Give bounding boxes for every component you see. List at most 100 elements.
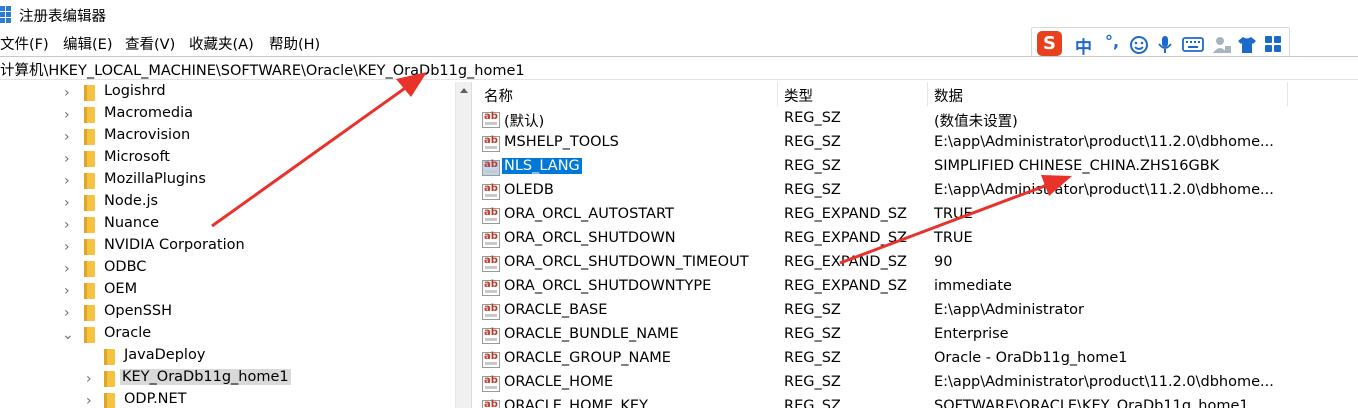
chevron-right-icon[interactable]: › [64,262,74,276]
menu-help[interactable]: 帮助(H) [269,33,320,54]
value-row[interactable]: ab (默认) REG_SZ (数值未设置) [478,108,1358,132]
value-row[interactable]: ab ORA_ORCL_SHUTDOWN REG_EXPAND_SZ TRUE [478,228,1358,252]
address-bar[interactable]: 计算机\HKEY_LOCAL_MACHINE\SOFTWARE\Oracle\K… [0,56,1358,80]
tree-item-label: KEY_OraDb11g_home1 [120,369,291,385]
ime-punct-toggle[interactable]: °, [1105,32,1119,51]
value-row[interactable]: ab MSHELP_TOOLS REG_SZ E:\app\Administra… [478,132,1358,156]
value-row[interactable]: ab ORA_ORCL_SHUTDOWNTYPE REG_EXPAND_SZ i… [478,276,1358,300]
value-row[interactable]: ab ORACLE_BUNDLE_NAME REG_SZ Enterprise [478,324,1358,348]
title-bar: 注册表编辑器 [0,0,1358,30]
value-name: ORACLE_BASE [504,302,608,318]
chevron-right-icon[interactable]: › [64,86,74,100]
chevron-right-icon[interactable]: › [64,218,74,232]
chevron-right-icon[interactable]: › [64,130,74,144]
folder-icon [84,217,95,233]
value-type: REG_EXPAND_SZ [784,206,907,222]
folder-icon [84,129,95,145]
tree-item-label: MozillaPlugins [104,171,206,187]
value-type: REG_SZ [784,374,841,390]
key-tree: › Logishrd › Macromedia › Macrovision › … [0,82,471,408]
pane-splitter[interactable] [471,82,478,408]
value-row[interactable]: ab ORACLE_HOME_KEY REG_SZ SOFTWARE\ORACL… [478,396,1358,408]
value-data: immediate [934,278,1012,294]
string-value-icon: ab [482,280,500,296]
value-data: (数值未设置) [934,114,1018,130]
value-type: REG_EXPAND_SZ [784,230,907,246]
keyboard-icon[interactable] [1182,35,1204,53]
tree-item-label: Nuance [104,215,160,231]
chevron-down-icon[interactable]: ⌄ [62,328,74,342]
ime-toolbar[interactable]: S 中 °, [1031,27,1290,59]
string-value-icon: ab [482,304,500,320]
address-path[interactable]: 计算机\HKEY_LOCAL_MACHINE\SOFTWARE\Oracle\K… [0,59,525,80]
tree-item-label: OEM [104,281,138,297]
value-name: ORACLE_BUNDLE_NAME [504,326,679,342]
ime-mode-toggle[interactable]: 中 [1075,33,1092,58]
chevron-right-icon[interactable]: › [64,240,74,254]
tree-item-label: Logishrd [104,83,166,99]
emoji-icon[interactable] [1129,35,1149,55]
chevron-right-icon[interactable]: › [86,372,96,386]
column-header-label: 类型 [784,89,813,105]
chevron-right-icon[interactable]: › [64,108,74,122]
value-data: E:\app\Administrator [934,302,1084,318]
menu-view[interactable]: 查看(V) [125,33,175,54]
column-header-data[interactable]: 数据 [928,82,1288,106]
string-value-icon: ab [482,376,500,392]
value-row[interactable]: ab ORA_ORCL_SHUTDOWN_TIMEOUT REG_EXPAND_… [478,252,1358,276]
value-type: REG_SZ [784,398,841,408]
column-header-label: 名称 [484,89,513,105]
chevron-right-icon[interactable]: › [64,284,74,298]
tree-scrollbar[interactable] [455,82,471,408]
value-type: REG_SZ [784,110,841,126]
menu-favorites[interactable]: 收藏夹(A) [189,33,254,54]
value-row[interactable]: ab ORACLE_GROUP_NAME REG_SZ Oracle - Ora… [478,348,1358,372]
value-row[interactable]: ab ORACLE_BASE REG_SZ E:\app\Administrat… [478,300,1358,324]
string-value-icon: ab [482,256,500,272]
string-value-icon: ab [482,184,500,200]
column-header-name[interactable]: 名称 [478,82,778,106]
value-row[interactable]: ab OLEDB REG_SZ E:\app\Administrator\pro… [478,180,1358,204]
value-name: ORACLE_HOME_KEY [504,398,648,408]
folder-icon [84,261,95,277]
microphone-icon[interactable] [1157,35,1173,55]
folder-icon [84,173,95,189]
chevron-right-icon[interactable]: › [64,306,74,320]
column-separator[interactable] [1287,82,1288,106]
value-data: E:\app\Administrator\product\11.2.0\dbho… [934,134,1274,150]
folder-icon [84,195,95,211]
chevron-right-icon[interactable]: › [86,394,96,408]
sogou-ime-icon[interactable]: S [1037,31,1062,56]
string-value-icon: ab [482,400,500,408]
apps-grid-icon[interactable] [1264,35,1282,53]
user-icon[interactable] [1212,35,1232,55]
tree-item-label: JavaDeploy [124,347,206,363]
value-row[interactable]: ab ORACLE_HOME REG_SZ E:\app\Administrat… [478,372,1358,396]
folder-icon [84,107,95,123]
skin-icon[interactable] [1237,35,1257,55]
tree-item-label: Macrovision [104,127,191,143]
string-value-icon: ab [482,328,500,344]
chevron-right-icon[interactable]: › [64,174,74,188]
chevron-right-icon[interactable]: › [64,196,74,210]
column-header-type[interactable]: 类型 [778,82,928,106]
tree-item-label: ODBC [104,259,147,275]
folder-icon [84,151,95,167]
value-name: ORA_ORCL_AUTOSTART [504,206,674,222]
scroll-up-icon[interactable] [460,88,468,93]
value-name: ORA_ORCL_SHUTDOWN [504,230,676,246]
string-value-icon: ab [482,160,500,176]
value-type: REG_SZ [784,350,841,366]
menu-edit[interactable]: 编辑(E) [63,33,112,54]
folder-icon [104,371,115,387]
value-row[interactable]: ab ORA_ORCL_AUTOSTART REG_EXPAND_SZ TRUE [478,204,1358,228]
tree-item-label: Oracle [104,325,152,341]
chevron-right-icon[interactable]: › [64,152,74,166]
value-row-selected[interactable]: ab NLS_LANG REG_SZ SIMPLIFIED CHINESE_CH… [478,156,1358,180]
tree-item-label: OpenSSH [104,303,173,319]
menu-file[interactable]: 文件(F) [0,33,49,54]
tree-item-label: ODP.NET [124,391,187,407]
value-name: ORA_ORCL_SHUTDOWNTYPE [504,278,712,294]
folder-icon [104,393,115,408]
string-value-icon: ab [482,352,500,368]
